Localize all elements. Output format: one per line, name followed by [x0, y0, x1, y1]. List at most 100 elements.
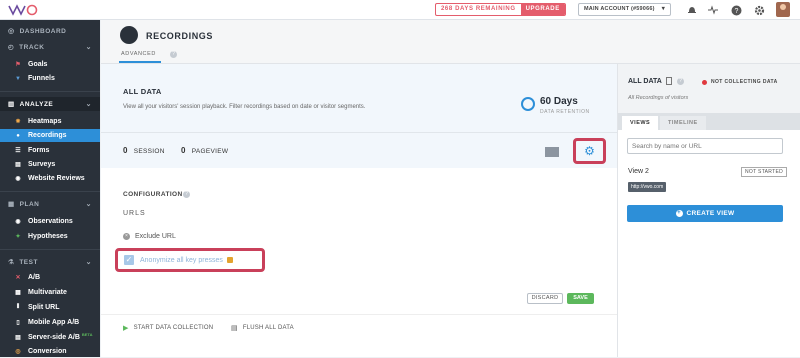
sidebar-item-multivariate[interactable]: ▦ Multivariate: [0, 286, 100, 299]
recordings-icon: [120, 26, 138, 44]
divider: [0, 191, 100, 192]
sidebar-section-test[interactable]: ⚗ TEST ⌄: [0, 255, 100, 269]
anonymize-label: Anonymize all key presses: [140, 256, 223, 264]
help-icon[interactable]: ?: [170, 51, 177, 58]
sidebar-item-label: Surveys: [28, 161, 56, 168]
settings-gear-button[interactable]: ⚙: [573, 138, 606, 164]
sidebar-item-goals[interactable]: ⚑ Goals: [0, 58, 100, 71]
gear-icon: ⚙: [584, 144, 595, 158]
sidebar-section-analyze[interactable]: ▥ ANALYZE ⌄: [0, 97, 100, 111]
mail-icon[interactable]: [545, 147, 559, 157]
sidebar-item-conversion[interactable]: ◎ Conversion: [0, 345, 100, 358]
sidebar-analyze-label: ANALYZE: [19, 100, 54, 108]
sidebar-item-website-reviews[interactable]: ◉ Website Reviews: [0, 172, 100, 185]
panel-tabs: VIEWS TIMELINE: [618, 113, 800, 130]
view-url-tag: http://vwo.com: [628, 182, 667, 192]
start-data-collection-button[interactable]: ▶ START DATA COLLECTION: [123, 324, 213, 332]
sidebar-item-label: Recordings: [28, 132, 67, 139]
create-view-button[interactable]: + CREATE VIEW: [627, 205, 783, 222]
sidebar-item-label: Mobile App A/B: [28, 319, 80, 326]
flush-all-data-button[interactable]: ▤ FLUSH ALL DATA: [231, 324, 294, 332]
upgrade-button[interactable]: UPGRADE: [520, 4, 565, 15]
gear-icon[interactable]: [753, 4, 765, 16]
sidebar-section-plan[interactable]: ▦ PLAN ⌄: [0, 197, 100, 211]
sidebar-item-label: Hypotheses: [28, 233, 68, 240]
sidebar-item-observations[interactable]: ◉ Observations: [0, 215, 100, 228]
test-icon: ⚗: [8, 259, 15, 266]
status-dot-icon: [702, 80, 707, 85]
sidebar-item-funnels[interactable]: ▼ Funnels: [0, 72, 100, 85]
vwo-logo[interactable]: [7, 3, 41, 17]
page-title: RECORDINGS: [146, 31, 214, 41]
help-icon[interactable]: ?: [677, 78, 684, 85]
survey-icon: ▤: [15, 162, 21, 168]
flag-icon: ⚑: [15, 62, 21, 68]
sidebar-section-track[interactable]: ◴ TRACK ⌄: [0, 40, 100, 54]
tab-views[interactable]: VIEWS: [622, 116, 659, 130]
plan-icon: ▦: [8, 201, 15, 208]
exclude-url-button[interactable]: × Exclude URL: [123, 233, 176, 240]
ab-icon: ✕: [15, 275, 21, 281]
hypothesis-icon: ✦: [15, 234, 21, 240]
discard-button[interactable]: DISCARD: [527, 293, 563, 304]
recording-icon: ●: [16, 132, 20, 139]
retention-label: DATA RETENTION: [540, 109, 590, 115]
heatmap-icon: ✸: [15, 119, 21, 125]
trial-days-text: 268 DAYS REMAINING: [441, 6, 516, 12]
panel-title: ALL DATA: [628, 78, 662, 85]
retention-value: 60 Days: [540, 96, 578, 107]
session-label: SESSION: [133, 148, 165, 155]
pulse-icon[interactable]: [707, 4, 719, 16]
search-input[interactable]: [627, 138, 783, 154]
sidebar-item-label: Split URL: [28, 304, 60, 311]
database-icon: ▤: [231, 325, 238, 332]
sidebar-item-server-side-ab[interactable]: ▤ Server-side A/B BETA: [0, 331, 100, 344]
help-icon[interactable]: ?: [183, 191, 190, 198]
divider: [0, 91, 100, 92]
sidebar-item-surveys[interactable]: ▤ Surveys: [0, 158, 100, 171]
sidebar-item-label: Website Reviews: [28, 175, 85, 182]
trial-banner: 268 DAYS REMAINING UPGRADE: [435, 3, 566, 16]
document-icon[interactable]: [666, 77, 672, 85]
tab-timeline[interactable]: TIMELINE: [660, 116, 706, 130]
top-bar: 268 DAYS REMAINING UPGRADE MAIN ACCOUNT …: [0, 0, 800, 20]
divider: [101, 314, 617, 315]
pageview-label: PAGEVIEW: [191, 148, 229, 155]
save-button[interactable]: SAVE: [567, 293, 594, 304]
sidebar-item-split-url[interactable]: ⫴ Split URL: [0, 301, 100, 314]
close-icon: ×: [123, 233, 130, 240]
sidebar-plan-label: PLAN: [19, 200, 40, 208]
sidebar-dashboard-label: DASHBOARD: [19, 27, 67, 35]
track-icon: ◴: [8, 44, 15, 51]
tab-advanced[interactable]: ADVANCED: [121, 51, 156, 57]
sidebar-item-recordings[interactable]: ● Recordings: [0, 129, 100, 142]
divider: [0, 249, 100, 250]
sidebar-test-label: TEST: [19, 258, 38, 266]
beta-badge: BETA: [81, 332, 93, 337]
sidebar-item-hypotheses[interactable]: ✦ Hypotheses: [0, 230, 100, 243]
flush-all-data-label: FLUSH ALL DATA: [242, 325, 294, 331]
session-value: 0: [123, 146, 128, 155]
sidebar-dashboard[interactable]: ◎ DASHBOARD: [0, 24, 100, 38]
anonymize-checkbox[interactable]: ✓: [124, 255, 134, 265]
funnel-icon: ▼: [15, 75, 21, 82]
help-icon[interactable]: ?: [730, 4, 742, 16]
collection-status: NOT COLLECTING DATA: [711, 79, 778, 85]
exclude-url-label: Exclude URL: [135, 233, 176, 240]
account-dropdown[interactable]: MAIN ACCOUNT (#59066) ▾: [578, 3, 671, 16]
sidebar-item-ab[interactable]: ✕ A/B: [0, 271, 100, 284]
anonymize-option[interactable]: ✓ Anonymize all key presses: [115, 248, 265, 272]
avatar[interactable]: [776, 2, 790, 17]
mobile-icon: ▯: [16, 320, 20, 326]
sidebar-item-forms[interactable]: ☰ Forms: [0, 144, 100, 157]
urls-heading: URLS: [123, 210, 146, 217]
sidebar-item-mobile-app-ab[interactable]: ▯ Mobile App A/B: [0, 316, 100, 329]
sidebar-item-heatmaps[interactable]: ✸ Heatmaps: [0, 115, 100, 128]
sidebar-item-label: Server-side A/B: [28, 334, 80, 341]
svg-text:?: ?: [734, 8, 738, 15]
pageview-count: 0 PAGEVIEW: [181, 146, 228, 155]
bell-icon[interactable]: [686, 4, 698, 16]
sidebar-item-label: Goals: [28, 61, 48, 68]
view-name[interactable]: View 2: [628, 168, 649, 175]
create-view-label: CREATE VIEW: [686, 210, 735, 217]
